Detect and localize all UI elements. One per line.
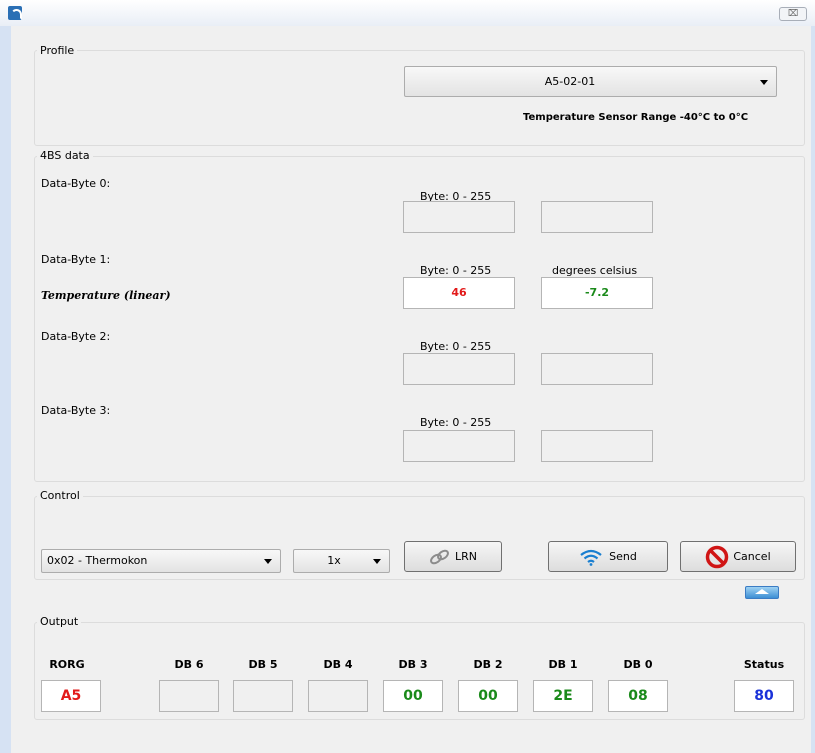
- output-header-rorg: RORG: [49, 658, 85, 671]
- repeat-select[interactable]: 1x: [293, 549, 390, 573]
- window-frame-left: [0, 26, 11, 753]
- output-value-db1: 2E: [533, 680, 593, 712]
- data-byte-2-label: Data-Byte 2:: [41, 330, 111, 343]
- data-byte-1-label: Data-Byte 1:: [41, 253, 111, 266]
- data-byte-2-range-label: Byte: 0 - 255: [420, 340, 492, 353]
- data-byte-0-label: Data-Byte 0:: [41, 177, 111, 190]
- profile-select-value: A5-02-01: [544, 75, 596, 88]
- send-button-label: Send: [609, 550, 637, 563]
- data-byte-1-range-label: Byte: 0 - 255: [420, 264, 492, 277]
- cancel-icon: [705, 545, 729, 569]
- output-header-db4: DB 4: [323, 658, 353, 671]
- output-value-db6: [159, 680, 219, 712]
- link-icon: [429, 549, 451, 565]
- data-byte-3-label: Data-Byte 3:: [41, 404, 111, 417]
- data-byte-0-raw-field[interactable]: [403, 201, 515, 233]
- output-value-status: 80: [734, 680, 794, 712]
- data-byte-3-raw-field[interactable]: [403, 430, 515, 462]
- output-header-db5: DB 5: [248, 658, 278, 671]
- dropdown-icon: [760, 80, 768, 85]
- lrn-button[interactable]: LRN: [404, 541, 502, 572]
- profile-group-title: Profile: [37, 44, 78, 57]
- output-header-db0: DB 0: [623, 658, 653, 671]
- profile-select[interactable]: A5-02-01: [404, 66, 777, 97]
- data-byte-3-value-field[interactable]: [541, 430, 653, 462]
- cancel-button-label: Cancel: [733, 550, 771, 563]
- data-byte-1-value-field[interactable]: -7.2: [541, 277, 653, 309]
- data-byte-1-sublabel: Temperature (linear): [41, 289, 171, 302]
- output-header-db2: DB 2: [473, 658, 503, 671]
- dropdown-icon: [264, 559, 272, 564]
- control-group-title: Control: [37, 489, 83, 502]
- app-icon: [8, 6, 22, 20]
- output-header-db3: DB 3: [398, 658, 428, 671]
- output-value-db5: [233, 680, 293, 712]
- cancel-button[interactable]: Cancel: [680, 541, 796, 572]
- wifi-icon: [579, 548, 603, 566]
- device-select[interactable]: 0x02 - Thermokon: [41, 549, 281, 573]
- profile-group: [34, 50, 805, 146]
- output-value-db2: 00: [458, 680, 518, 712]
- data-byte-3-range-label: Byte: 0 - 255: [420, 416, 492, 429]
- window-frame-right: [811, 26, 815, 753]
- repeat-select-value: 1x: [327, 554, 341, 567]
- close-button[interactable]: ⌧: [779, 7, 807, 21]
- output-value-rorg: A5: [41, 680, 101, 712]
- output-header-db1: DB 1: [548, 658, 578, 671]
- output-value-db4: [308, 680, 368, 712]
- send-button[interactable]: Send: [548, 541, 668, 572]
- dropdown-icon: [373, 559, 381, 564]
- data-byte-2-value-field[interactable]: [541, 353, 653, 385]
- data-byte-0-value-field[interactable]: [541, 201, 653, 233]
- collapse-button[interactable]: [745, 586, 779, 599]
- device-select-value: 0x02 - Thermokon: [47, 554, 148, 567]
- data-byte-1-unit-label: degrees celsius: [552, 264, 638, 277]
- data-byte-2-raw-field[interactable]: [403, 353, 515, 385]
- output-value-db0: 08: [608, 680, 668, 712]
- close-icon: ⌧: [787, 9, 799, 19]
- data4bs-group-title: 4BS data: [37, 149, 93, 162]
- output-header-db6: DB 6: [174, 658, 204, 671]
- output-header-status: Status: [743, 658, 785, 671]
- output-value-db3: 00: [383, 680, 443, 712]
- profile-description: Temperature Sensor Range -40°C to 0°C: [523, 112, 749, 123]
- data-byte-1-raw-field[interactable]: 46: [403, 277, 515, 309]
- output-group-title: Output: [37, 615, 82, 628]
- title-bar: ⌧: [0, 0, 815, 26]
- lrn-button-label: LRN: [455, 550, 477, 563]
